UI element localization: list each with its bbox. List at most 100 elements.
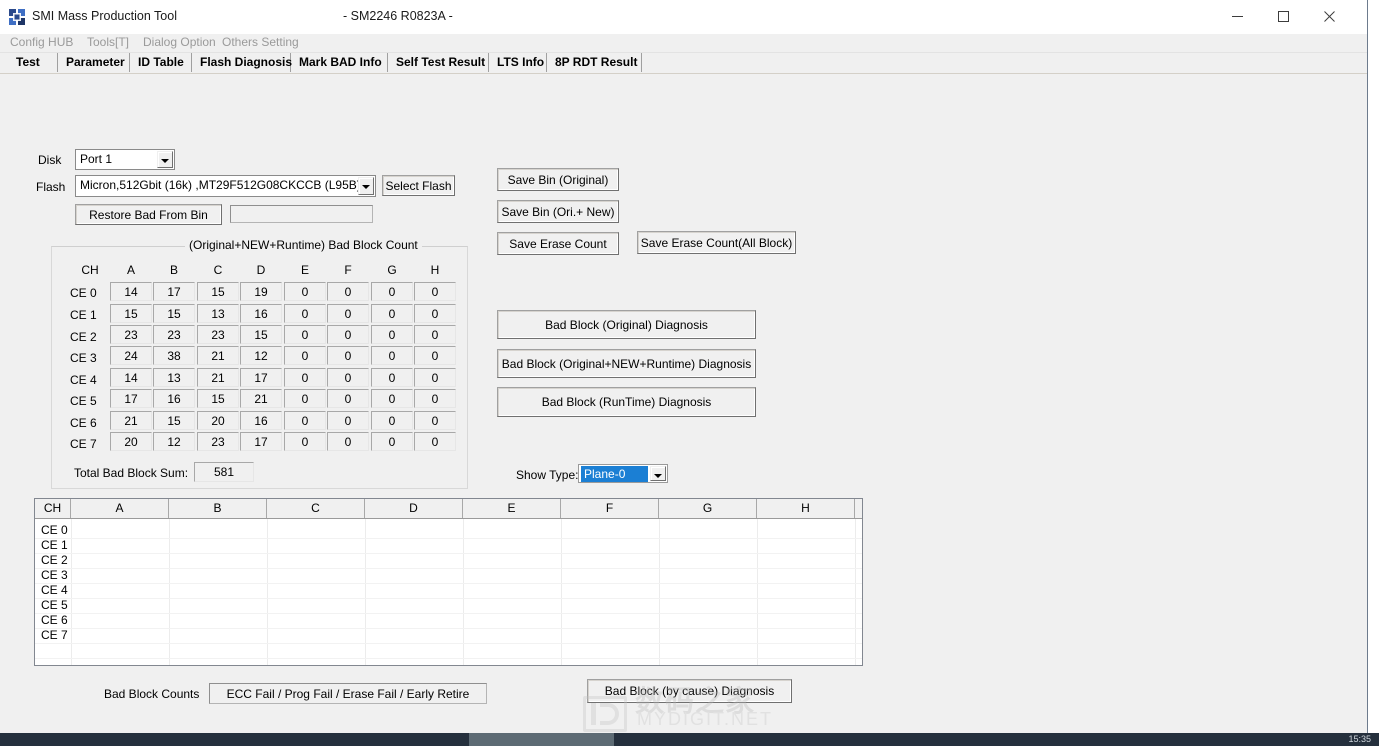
bad-block-cell[interactable]: 12 <box>240 346 282 365</box>
grid-col-f[interactable]: F <box>561 499 659 518</box>
bad-block-cell[interactable]: 17 <box>110 389 152 408</box>
grid-row[interactable] <box>35 643 862 659</box>
tab-id-table[interactable]: ID Table <box>130 53 192 72</box>
grid-col-b[interactable]: B <box>169 499 267 518</box>
bad-block-cell[interactable]: 0 <box>414 346 456 365</box>
bad-block-cell[interactable]: 0 <box>327 325 369 344</box>
bad-block-cell[interactable]: 23 <box>153 325 195 344</box>
bad-block-cell[interactable]: 15 <box>153 304 195 323</box>
bad-block-by-cause-diagnosis-button[interactable]: Bad Block (by cause) Diagnosis <box>587 679 792 703</box>
bad-block-cell[interactable]: 0 <box>327 411 369 430</box>
grid-row[interactable]: CE 1 <box>35 538 862 554</box>
bad-block-cell[interactable]: 0 <box>327 304 369 323</box>
save-erase-count-all-block-button[interactable]: Save Erase Count(All Block) <box>637 231 796 254</box>
taskbar[interactable]: 15:35 <box>0 733 1379 746</box>
bad-block-cell[interactable]: 0 <box>371 368 413 387</box>
tab-flash-diagnosis[interactable]: Flash Diagnosis <box>192 53 292 72</box>
grid-row[interactable]: CE 0 <box>35 523 862 539</box>
save-erase-count-button[interactable]: Save Erase Count <box>497 232 619 255</box>
bad-block-cell[interactable]: 0 <box>327 346 369 365</box>
bad-block-cell[interactable]: 23 <box>110 325 152 344</box>
bad-block-cell[interactable]: 14 <box>110 368 152 387</box>
bad-block-cell[interactable]: 24 <box>110 346 152 365</box>
bad-block-cell[interactable]: 0 <box>414 389 456 408</box>
bad-block-cell[interactable]: 21 <box>197 368 239 387</box>
bad-block-cell[interactable]: 0 <box>371 325 413 344</box>
menu-item-dialog-option[interactable]: Dialog Option <box>143 35 216 49</box>
bad-block-cell[interactable]: 16 <box>240 304 282 323</box>
bad-block-cell[interactable]: 21 <box>197 346 239 365</box>
bad-block-cell[interactable]: 14 <box>110 282 152 301</box>
bad-block-cell[interactable]: 16 <box>153 389 195 408</box>
tab-parameter[interactable]: Parameter <box>58 53 130 72</box>
bad-block-cell[interactable]: 0 <box>284 282 326 301</box>
bad-block-cell[interactable]: 17 <box>240 432 282 451</box>
grid-row[interactable]: CE 4 <box>35 583 862 599</box>
grid-row[interactable]: CE 2 <box>35 553 862 569</box>
bad-block-cell[interactable]: 0 <box>414 411 456 430</box>
bad-block-original-diagnosis-button[interactable]: Bad Block (Original) Diagnosis <box>497 310 756 339</box>
restore-bad-from-bin-button[interactable]: Restore Bad From Bin <box>75 204 222 225</box>
tab-self-test-result[interactable]: Self Test Result <box>388 53 489 72</box>
minimize-button[interactable] <box>1214 0 1260 32</box>
tab-mark-bad-info[interactable]: Mark BAD Info <box>291 53 388 72</box>
flash-select[interactable]: Micron,512Gbit (16k) ,MT29F512G08CKCCB (… <box>75 175 376 197</box>
bad-block-cell[interactable]: 0 <box>284 368 326 387</box>
disk-select[interactable]: Port 1 <box>75 149 175 170</box>
bad-block-cell[interactable]: 0 <box>371 389 413 408</box>
tab-8p-rdt-result[interactable]: 8P RDT Result <box>547 53 642 72</box>
grid-row[interactable]: CE 7 <box>35 628 862 644</box>
chevron-down-icon[interactable] <box>157 151 173 168</box>
bad-block-cell[interactable]: 23 <box>197 432 239 451</box>
tab-lts-info[interactable]: LTS Info <box>489 53 547 72</box>
bad-block-cell[interactable]: 0 <box>414 432 456 451</box>
bad-block-cell[interactable]: 15 <box>153 411 195 430</box>
bad-block-cell[interactable]: 15 <box>110 304 152 323</box>
menu-item-config-hub[interactable]: Config HUB <box>10 35 73 49</box>
bad-block-cell[interactable]: 13 <box>197 304 239 323</box>
bad-block-cell[interactable]: 0 <box>414 304 456 323</box>
grid-col-e[interactable]: E <box>463 499 561 518</box>
maximize-button[interactable] <box>1260 0 1306 32</box>
bad-block-cell[interactable]: 19 <box>240 282 282 301</box>
bad-block-cell[interactable]: 0 <box>371 411 413 430</box>
bad-block-cell[interactable]: 20 <box>110 432 152 451</box>
bad-block-cell[interactable]: 15 <box>240 325 282 344</box>
save-bin-original-button[interactable]: Save Bin (Original) <box>497 168 619 191</box>
bad-block-cell[interactable]: 0 <box>414 325 456 344</box>
bad-block-cell[interactable]: 0 <box>284 325 326 344</box>
bad-block-cell[interactable]: 0 <box>371 282 413 301</box>
restore-bad-from-bin-field[interactable] <box>230 205 373 223</box>
taskbar-active-item[interactable] <box>469 733 614 746</box>
bad-block-cell[interactable]: 21 <box>240 389 282 408</box>
grid-row[interactable]: CE 5 <box>35 598 862 614</box>
bad-block-cell[interactable]: 17 <box>153 282 195 301</box>
bad-block-cell[interactable]: 20 <box>197 411 239 430</box>
tab-test[interactable]: Test <box>8 53 58 72</box>
bad-block-cell[interactable]: 15 <box>197 282 239 301</box>
bad-block-cell[interactable]: 12 <box>153 432 195 451</box>
bad-block-cell[interactable]: 13 <box>153 368 195 387</box>
grid-col-h[interactable]: H <box>757 499 855 518</box>
bad-block-cell[interactable]: 0 <box>284 304 326 323</box>
bad-block-counts-field[interactable]: ECC Fail / Prog Fail / Erase Fail / Earl… <box>209 683 487 704</box>
bad-block-cell[interactable]: 0 <box>284 432 326 451</box>
grid-row[interactable]: CE 3 <box>35 568 862 584</box>
bad-block-cell[interactable]: 23 <box>197 325 239 344</box>
bad-block-cell[interactable]: 17 <box>240 368 282 387</box>
bad-block-detail-grid[interactable]: CH A B C D E F G H CE 0 CE 1 CE 2 CE 3 C… <box>34 498 863 666</box>
select-flash-button[interactable]: Select Flash <box>382 175 455 196</box>
grid-col-d[interactable]: D <box>365 499 463 518</box>
bad-block-cell[interactable]: 0 <box>284 389 326 408</box>
bad-block-original-new-runtime-diagnosis-button[interactable]: Bad Block (Original+NEW+Runtime) Diagnos… <box>497 349 756 378</box>
bad-block-cell[interactable]: 15 <box>197 389 239 408</box>
bad-block-cell[interactable]: 0 <box>414 282 456 301</box>
grid-row[interactable]: CE 6 <box>35 613 862 629</box>
bad-block-cell[interactable]: 16 <box>240 411 282 430</box>
bad-block-cell[interactable]: 0 <box>284 346 326 365</box>
bad-block-cell[interactable]: 0 <box>371 432 413 451</box>
menu-item-tools[interactable]: Tools[T] <box>87 35 129 49</box>
grid-col-g[interactable]: G <box>659 499 757 518</box>
bad-block-cell[interactable]: 0 <box>327 432 369 451</box>
show-type-select[interactable]: Plane-0 <box>578 464 668 483</box>
